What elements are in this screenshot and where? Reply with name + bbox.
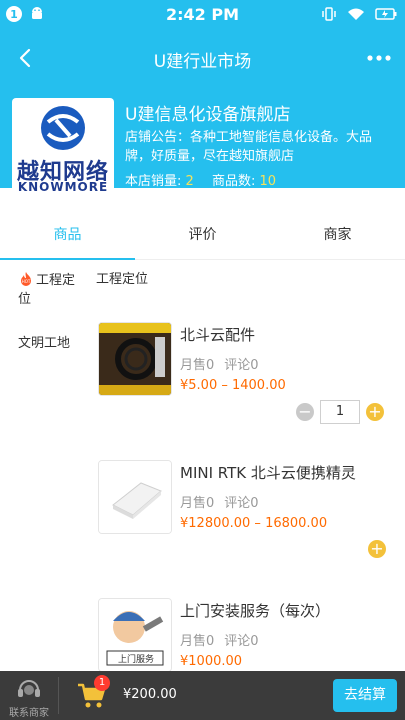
checkout-button[interactable]: 去结算	[333, 679, 397, 712]
product-meta: 月售0 评论0	[180, 354, 269, 373]
svg-text:HOT: HOT	[22, 279, 31, 284]
store-notice: 店铺公告：各种工地智能信息化设备。大品牌，好质量，尽在越知旗舰店	[125, 128, 385, 166]
cable-accessory-image-icon	[99, 323, 171, 395]
cart-count-badge: 1	[94, 675, 110, 691]
hot-flame-icon: HOT	[21, 272, 31, 286]
tab-reviews[interactable]: 评价	[135, 212, 270, 259]
category-sidebar: HOT 工程定位 文明工地	[0, 261, 90, 671]
plus-button[interactable]: +	[366, 403, 384, 421]
product-thumbnail: 上门服务	[98, 598, 172, 672]
notice-label: 店铺公告：	[125, 130, 191, 145]
plus-button[interactable]: +	[368, 540, 386, 558]
product-card[interactable]: 北斗云配件 月售0 评论0 ¥5.00 – 1400.00 − 1 +	[98, 322, 398, 452]
store-logo[interactable]: 越知网络 KNOWMORE	[12, 98, 114, 198]
knowmore-logo-icon	[41, 106, 85, 150]
headset-icon	[18, 680, 40, 697]
status-bar: 1 2:42 PM	[0, 0, 405, 30]
wifi-icon	[348, 8, 364, 20]
bottom-bar: 联系商家 1 ¥200.00 去结算	[0, 671, 405, 720]
page-title: U建行业市场	[153, 52, 252, 72]
product-price: ¥12800.00 – 16800.00	[180, 516, 328, 531]
section-title: 工程定位	[96, 272, 149, 287]
review-count: 评论0	[224, 496, 259, 511]
store-banner: 越知网络 KNOWMORE U建信息化设备旗舰店 店铺公告：各种工地智能信息化设…	[0, 88, 405, 198]
product-card[interactable]: MINI RTK 北斗云便携精灵 月售0 评论0 ¥12800.00 – 1680…	[98, 460, 398, 590]
tab-merchant[interactable]: 商家	[270, 212, 405, 259]
category-item-engineering-positioning[interactable]: HOT 工程定位	[18, 271, 78, 309]
battery-charging-icon	[375, 8, 397, 20]
rtk-device-image-icon	[99, 461, 171, 533]
quantity-input[interactable]: 1	[320, 400, 360, 424]
thumbnail-caption: 上门服务	[117, 655, 154, 665]
product-price: ¥1000.00	[180, 654, 243, 669]
products-value: 10	[259, 174, 277, 189]
sales-label: 本店销量:	[125, 174, 182, 189]
product-thumbnail	[98, 322, 172, 396]
logo-english-name: KNOWMORE	[17, 180, 109, 194]
minus-button[interactable]: −	[296, 403, 314, 421]
store-stats: 本店销量: 2 商品数: 10	[125, 170, 290, 189]
review-count: 评论0	[224, 358, 259, 373]
monthly-sales: 月售0	[180, 496, 215, 511]
product-thumbnail	[98, 460, 172, 534]
monthly-sales: 月售0	[180, 634, 215, 649]
tab-bar: 商品 评价 商家	[0, 212, 405, 260]
quantity-stepper: − 1 +	[296, 400, 384, 424]
product-meta: 月售0 评论0	[180, 492, 269, 511]
monthly-sales: 月售0	[180, 358, 215, 373]
product-price: ¥5.00 – 1400.00	[180, 378, 286, 393]
products-label: 商品数:	[211, 174, 256, 189]
divider	[58, 677, 59, 714]
contact-label: 联系商家	[9, 708, 49, 719]
cart-total: ¥200.00	[123, 687, 177, 702]
product-name: 上门安装服务（每次）	[180, 602, 331, 620]
tab-goods[interactable]: 商品	[0, 212, 135, 260]
store-name: U建信息化设备旗舰店	[125, 105, 291, 125]
sales-value: 2	[185, 174, 194, 189]
vibrate-icon	[322, 7, 336, 21]
app-header: U建行业市场	[0, 30, 405, 88]
review-count: 评论0	[224, 634, 259, 649]
product-name: 北斗云配件	[180, 326, 256, 344]
contact-merchant-button[interactable]: 联系商家	[0, 671, 58, 720]
category-item-civilized-site[interactable]: 文明工地	[18, 334, 70, 353]
product-meta: 月售0 评论0	[180, 630, 269, 649]
more-dots-icon[interactable]	[365, 46, 393, 70]
product-name: MINI RTK 北斗云便携精灵	[180, 464, 356, 482]
